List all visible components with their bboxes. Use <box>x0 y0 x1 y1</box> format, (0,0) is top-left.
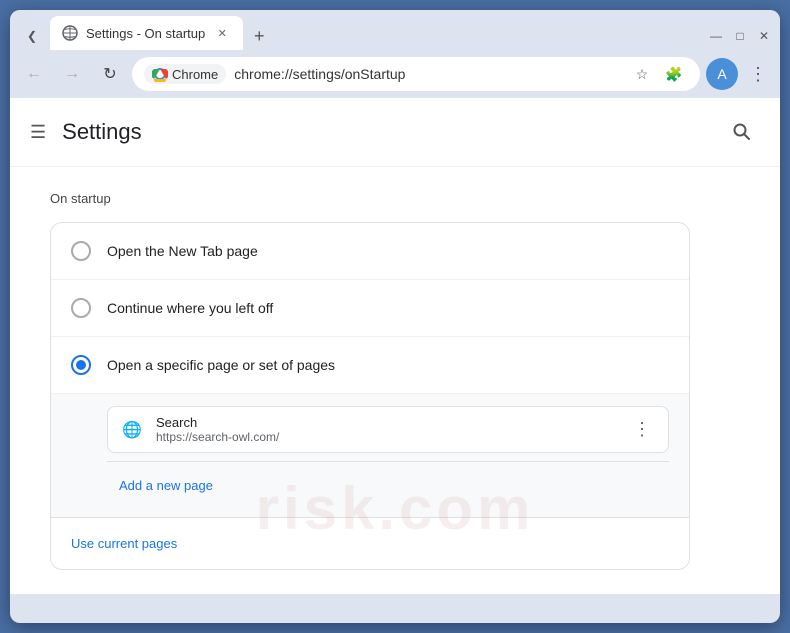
option-row-specific[interactable]: Open a specific page or set of pages <box>51 337 689 394</box>
chrome-label: Chrome <box>172 67 218 82</box>
use-current-pages-row: Use current pages <box>51 517 689 569</box>
page-wrapper: ☰ Settings On startup Open <box>10 98 780 623</box>
forward-button[interactable]: → <box>56 58 88 90</box>
option-label-continue: Continue where you left off <box>107 300 273 316</box>
window-controls: — □ ✕ <box>708 28 772 50</box>
tab-scroll-left[interactable]: ❮ <box>18 22 46 50</box>
new-tab-button[interactable]: + <box>245 22 273 50</box>
on-startup-label: On startup <box>50 191 740 206</box>
tab-title: Settings - On startup <box>86 26 205 41</box>
restore-button[interactable]: □ <box>732 28 748 44</box>
startup-page-text: Search https://search-owl.com/ <box>156 415 616 444</box>
active-tab[interactable]: Settings - On startup ✕ <box>50 16 243 50</box>
use-current-pages-button[interactable]: Use current pages <box>71 536 177 551</box>
title-bar: ❮ Settings - On startup ✕ + — □ <box>10 10 780 50</box>
reload-button[interactable]: ↻ <box>94 58 126 90</box>
back-button[interactable]: ← <box>18 58 50 90</box>
chrome-badge: Chrome <box>144 64 226 84</box>
settings-title: Settings <box>62 119 724 145</box>
startup-page-more-button[interactable]: ⋮ <box>628 416 656 444</box>
address-bar-row: ← → ↻ Chrome chrome://settings/onStartup… <box>10 50 780 98</box>
radio-inner-dot <box>76 360 86 370</box>
startup-pages-section: 🌐 Search https://search-owl.com/ ⋮ Add a… <box>51 394 689 517</box>
settings-body: On startup Open the New Tab page Continu… <box>10 167 780 594</box>
radio-new-tab[interactable] <box>71 241 91 261</box>
tab-close-button[interactable]: ✕ <box>213 24 231 42</box>
address-bar[interactable]: Chrome chrome://settings/onStartup ☆ 🧩 <box>132 57 700 91</box>
option-row-new-tab[interactable]: Open the New Tab page <box>51 223 689 280</box>
address-url: chrome://settings/onStartup <box>234 66 620 82</box>
startup-page-url: https://search-owl.com/ <box>156 430 616 444</box>
tab-area: Settings - On startup ✕ + <box>50 16 273 50</box>
profile-button[interactable]: A <box>706 58 738 90</box>
globe-icon: 🌐 <box>120 418 144 442</box>
option-row-continue[interactable]: Continue where you left off <box>51 280 689 337</box>
settings-search-button[interactable] <box>724 114 760 150</box>
extension-icon[interactable]: 🧩 <box>660 60 688 88</box>
startup-page-item: 🌐 Search https://search-owl.com/ ⋮ <box>107 406 669 453</box>
option-label-new-tab: Open the New Tab page <box>107 243 258 259</box>
address-icons: ☆ 🧩 <box>628 60 688 88</box>
tab-favicon <box>62 25 78 41</box>
bookmark-icon[interactable]: ☆ <box>628 60 656 88</box>
radio-continue[interactable] <box>71 298 91 318</box>
settings-header: ☰ Settings <box>10 98 780 167</box>
menu-button[interactable]: ⋮ <box>744 60 772 88</box>
page-content: ☰ Settings On startup Open <box>10 98 780 594</box>
option-label-specific: Open a specific page or set of pages <box>107 357 335 373</box>
minimize-button[interactable]: — <box>708 28 724 44</box>
chrome-logo-icon <box>152 66 168 82</box>
search-icon <box>732 122 752 142</box>
close-button[interactable]: ✕ <box>756 28 772 44</box>
add-new-page-button[interactable]: Add a new page <box>107 470 225 501</box>
radio-specific[interactable] <box>71 355 91 375</box>
divider <box>107 461 669 462</box>
hamburger-menu[interactable]: ☰ <box>30 122 46 143</box>
startup-page-name: Search <box>156 415 616 430</box>
options-card: Open the New Tab page Continue where you… <box>50 222 690 570</box>
